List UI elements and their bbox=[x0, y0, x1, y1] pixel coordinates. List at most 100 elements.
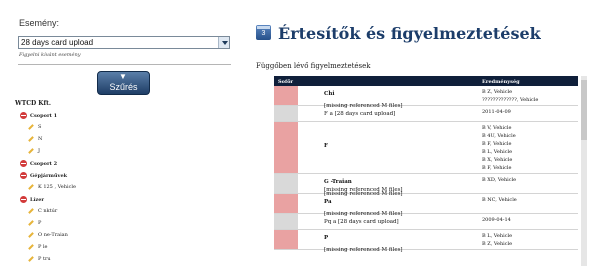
result-cell: 2011-04-09 bbox=[482, 108, 511, 116]
pencil-icon bbox=[28, 231, 34, 238]
result-cell: B Z, Vehicle ?????????????, Vehicle bbox=[482, 88, 538, 104]
table-row[interactable]: Pa [missing referenced M files] B NC, Veh… bbox=[274, 194, 578, 217]
event-select[interactable]: 28 days card upload bbox=[18, 36, 230, 49]
result-line: 2011-04-09 bbox=[482, 109, 511, 115]
tree-label: O ne-Traian bbox=[38, 232, 68, 238]
page: Esemény: 28 days card upload Figyelni kí… bbox=[0, 0, 606, 266]
table-header: Sofőr Eredménység bbox=[274, 76, 578, 86]
result-line: B V, Vehicle bbox=[482, 125, 512, 131]
table-row[interactable]: F [missing referenced M files] B V, Vehic… bbox=[274, 122, 578, 193]
filter-button[interactable]: ▼ Szűrés bbox=[97, 71, 150, 95]
alert-strip bbox=[274, 230, 298, 249]
page-title: Értesítők és figyelmeztetések bbox=[278, 24, 541, 43]
calendar-icon: 3 bbox=[256, 25, 271, 40]
tree-item[interactable]: J bbox=[28, 147, 40, 154]
collapse-icon bbox=[20, 160, 27, 167]
alert-strip bbox=[274, 194, 298, 213]
driver-line: P bbox=[324, 235, 329, 241]
driver-line: G -Traian bbox=[324, 179, 352, 185]
result-line: ?????????????, Vehicle bbox=[482, 97, 539, 103]
pencil-icon bbox=[28, 123, 34, 130]
pencil-icon bbox=[28, 219, 34, 226]
table-row[interactable]: G -Traian [missing referenced M files] B X… bbox=[274, 174, 578, 197]
event-hint: Figyelni kívánt esemény bbox=[19, 52, 81, 58]
result-line: B F, Vehicle bbox=[482, 165, 512, 171]
filter-button-label: Szűrés bbox=[109, 82, 138, 92]
result-line: B L, Vehicle bbox=[482, 149, 513, 155]
result-line: B X, Vehicle bbox=[482, 157, 513, 163]
driver-line: F bbox=[324, 143, 328, 149]
sidebar: Esemény: 28 days card upload Figyelni kí… bbox=[0, 0, 240, 266]
driver-cell: F a [28 days card upload] bbox=[324, 110, 395, 118]
column-header-result: Eredménység bbox=[482, 79, 520, 85]
pencil-icon bbox=[28, 255, 34, 262]
tree-item[interactable]: P bbox=[28, 219, 42, 226]
filter-icon: ▼ bbox=[119, 72, 127, 81]
collapse-icon bbox=[20, 196, 27, 203]
tree-item[interactable]: O ne-Traian bbox=[28, 231, 68, 238]
tree-label: Gépjárművek bbox=[30, 173, 68, 179]
collapse-icon bbox=[20, 172, 27, 179]
tree-item[interactable]: C nktúr bbox=[28, 207, 58, 214]
tree-item[interactable]: N bbox=[28, 135, 43, 142]
pencil-icon bbox=[28, 147, 34, 154]
driver-cell: P [missing referenced M files] bbox=[324, 232, 403, 256]
table-row[interactable]: P [missing referenced M files] B L, Vehic… bbox=[274, 230, 578, 253]
result-cell: B V, Vehicle B 4U, Vehicle B F, Vehicle B L… bbox=[482, 124, 516, 172]
table-body: Chi [missing referenced M files] B Z, Vehi… bbox=[274, 86, 578, 253]
result-line: B 4U, Vehicle bbox=[482, 133, 516, 139]
tree-label: Csoport 2 bbox=[30, 161, 58, 167]
tree-item[interactable]: P tru bbox=[28, 255, 51, 262]
result-line: B Z, Vehicle bbox=[482, 241, 513, 247]
tree-item[interactable]: S bbox=[28, 123, 41, 130]
tree-group[interactable]: Csoport 1 bbox=[20, 112, 57, 119]
scrollbar[interactable] bbox=[581, 76, 587, 266]
tree-label: C nktúr bbox=[38, 208, 58, 214]
scrollbar-thumb[interactable] bbox=[581, 80, 587, 140]
chevron-down-icon[interactable] bbox=[218, 37, 229, 48]
tree-item[interactable]: P le bbox=[28, 243, 48, 250]
tree-label: P tru bbox=[38, 256, 51, 262]
pencil-icon bbox=[28, 207, 34, 214]
tree-group[interactable]: Csoport 2 bbox=[20, 160, 57, 167]
table-row[interactable]: Chi [missing referenced M files] B Z, Vehi… bbox=[274, 86, 578, 109]
driver-line: Pq a [28 days card upload] bbox=[324, 219, 399, 225]
table-row[interactable]: Pq a [28 days card upload] 2009-04-14 bbox=[274, 214, 578, 230]
tree-label: K 125 , Vehicle bbox=[38, 184, 76, 190]
event-select-value: 28 days card upload bbox=[21, 38, 94, 47]
result-cell: B L, Vehicle B Z, Vehicle bbox=[482, 232, 512, 248]
tree-label: P bbox=[38, 220, 42, 226]
alert-strip bbox=[274, 122, 298, 173]
tree-label: N bbox=[38, 136, 43, 142]
section-title: Függőben lévő figyelmeztetések bbox=[256, 62, 371, 70]
main-panel: 3 Értesítők és figyelmeztetések Függőben… bbox=[248, 0, 606, 266]
pencil-icon bbox=[28, 183, 34, 190]
result-cell: 2009-04-14 bbox=[482, 216, 511, 224]
divider bbox=[18, 64, 231, 65]
tree-item[interactable]: K 125 , Vehicle bbox=[28, 183, 76, 190]
driver-line: [missing referenced M files] bbox=[324, 247, 403, 253]
result-cell: B NC, Vehicle bbox=[482, 196, 517, 204]
alert-strip bbox=[274, 106, 298, 121]
tree-group[interactable]: Gépjárművek bbox=[20, 172, 67, 179]
result-line: B Z, Vehicle bbox=[482, 89, 513, 95]
result-line: B F, Vehicle bbox=[482, 141, 512, 147]
tree-title: WTCD Kft. bbox=[15, 100, 51, 107]
collapse-icon bbox=[20, 112, 27, 119]
driver-line: Pa bbox=[324, 199, 332, 205]
result-line: B NC, Vehicle bbox=[482, 197, 517, 203]
alert-strip bbox=[274, 86, 298, 105]
pencil-icon bbox=[28, 243, 34, 250]
result-line: B XD, Vehicle bbox=[482, 177, 517, 183]
result-line: B L, Vehicle bbox=[482, 233, 513, 239]
table-row[interactable]: F a [28 days card upload] 2011-04-09 bbox=[274, 106, 578, 122]
column-header-driver: Sofőr bbox=[278, 79, 294, 85]
alert-strip bbox=[274, 214, 298, 229]
event-label: Esemény: bbox=[19, 18, 60, 28]
alerts-table: Sofőr Eredménység Chi [missing referenced… bbox=[274, 76, 578, 253]
result-line: 2009-04-14 bbox=[482, 217, 511, 223]
driver-cell: Pq a [28 days card upload] bbox=[324, 218, 399, 226]
tree-group[interactable]: Lízer bbox=[20, 196, 44, 203]
result-cell: B XD, Vehicle bbox=[482, 176, 516, 184]
tree-label: Lízer bbox=[30, 197, 45, 203]
